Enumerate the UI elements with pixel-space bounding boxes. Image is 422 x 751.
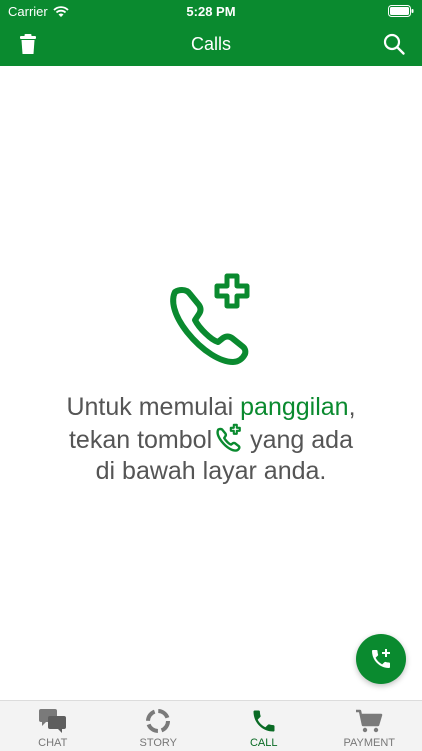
status-bar: Carrier 5:28 PM [0, 0, 422, 22]
page-title: Calls [0, 34, 422, 55]
message-line-1: Untuk memulai panggilan, [20, 392, 402, 423]
message-text: yang ada [250, 426, 353, 454]
chat-icon [38, 707, 68, 735]
call-icon [249, 707, 279, 735]
add-call-inline-icon [214, 423, 244, 453]
tab-story[interactable]: STORY [106, 701, 212, 751]
tab-chat[interactable]: CHAT [0, 701, 106, 751]
tab-bar: CHAT STORY CALL PAYMENT [0, 700, 422, 751]
tab-label: CHAT [38, 737, 67, 749]
message-accent: panggilan [240, 393, 348, 421]
add-call-fab-icon [369, 647, 393, 671]
message-text: tekan tombol [69, 426, 212, 454]
story-icon [143, 707, 173, 735]
add-call-icon [161, 270, 261, 370]
tab-label: STORY [140, 737, 178, 749]
message-text: , [349, 393, 356, 421]
tab-label: PAYMENT [343, 737, 395, 749]
message-text: Untuk memulai [66, 393, 240, 421]
status-time: 5:28 PM [0, 4, 422, 19]
cart-icon [354, 707, 384, 735]
battery-icon [388, 5, 414, 17]
empty-message: Untuk memulai panggilan, tekan tombol ya… [20, 392, 402, 487]
new-call-button[interactable] [356, 634, 406, 684]
tab-payment[interactable]: PAYMENT [317, 701, 422, 751]
tab-call[interactable]: CALL [211, 701, 317, 751]
search-icon[interactable] [382, 32, 406, 56]
message-line-2: tekan tombol yang ada [20, 423, 402, 456]
app-bar: Calls [0, 22, 422, 66]
message-line-3: di bawah layar anda. [20, 456, 402, 487]
empty-state [0, 270, 422, 375]
tab-label: CALL [250, 737, 278, 749]
